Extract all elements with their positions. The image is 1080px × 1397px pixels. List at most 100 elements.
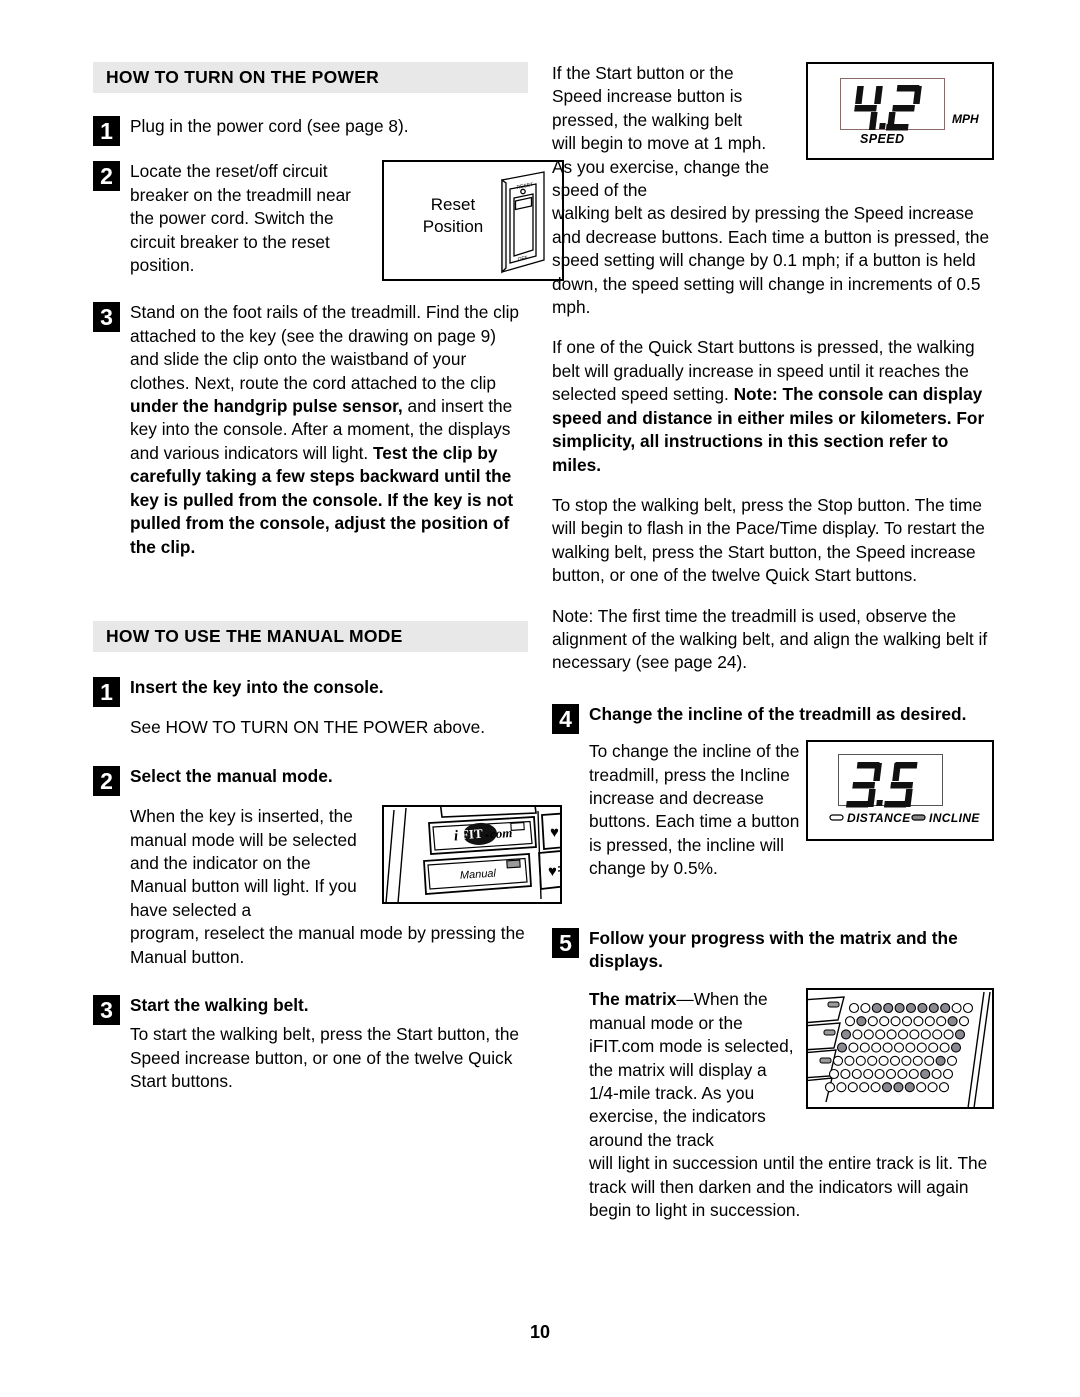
- matrix-dot: [927, 1082, 938, 1093]
- matrix-dot: [859, 1082, 870, 1093]
- matrix-dot: [908, 1069, 919, 1080]
- step-matrix-5-title-text: Follow your progress with the matrix and…: [589, 927, 958, 971]
- matrix-dot: [844, 1056, 855, 1067]
- incline-display-figure: DISTANCE INCLINE: [806, 740, 994, 842]
- svg-text:FIT: FIT: [460, 826, 483, 842]
- matrix-dot: [932, 1029, 943, 1040]
- step-manual-2: 2 Select the manual mode. i FIT com Manu…: [93, 765, 562, 969]
- matrix-dot: [897, 1069, 908, 1080]
- matrix-dot: [890, 1016, 901, 1027]
- matrix-dot: [824, 1082, 836, 1093]
- matrix-dot: [848, 1003, 860, 1014]
- matrix-dot: [871, 1003, 882, 1014]
- matrix-dot: [870, 1082, 881, 1093]
- step-number-badge: 5: [552, 927, 579, 958]
- circuit-breaker-figure: Reset Position RESET OFF: [382, 160, 564, 282]
- right-para-1-cont: walking belt as desired by pressing the …: [552, 203, 990, 318]
- matrix-dot: [836, 1042, 848, 1054]
- matrix-dot: [828, 1069, 840, 1080]
- matrix-dot: [905, 1003, 917, 1014]
- matrix-dot: [840, 1069, 851, 1080]
- matrix-display-figure: [806, 988, 994, 1110]
- step-matrix-5-body-dash: —: [676, 989, 694, 1010]
- matrix-dot: [938, 1082, 950, 1093]
- step-power-1-text: Plug in the power cord (see page 8).: [130, 116, 409, 136]
- step-manual-1-title: Insert the key into the console.: [130, 676, 528, 699]
- step-manual-1: 1 Insert the key into the console. See H…: [93, 676, 528, 740]
- step-manual-1-body: See HOW TO TURN ON THE POWER above.: [130, 717, 485, 738]
- matrix-dot: [885, 1069, 897, 1080]
- step-number-badge: 1: [93, 676, 120, 707]
- matrix-dot: [847, 1082, 858, 1093]
- matrix-dot: [840, 1029, 852, 1040]
- console-manual-label: Manual: [460, 868, 497, 882]
- matrix-dot: [931, 1069, 942, 1080]
- step-manual-3-body: To start the walking belt, press the Sta…: [130, 1024, 520, 1092]
- step-incline-4-body: To change the incline of the treadmill, …: [589, 741, 800, 879]
- matrix-dot: [940, 1003, 951, 1014]
- matrix-dot: [855, 1056, 866, 1067]
- step-matrix-5-body-narrow-text: When the manual mode or the iFIT.com mod…: [589, 989, 794, 1150]
- step-number-badge: 2: [93, 161, 120, 192]
- step-power-3-text: Stand on the foot rails of the treadmill…: [130, 301, 528, 558]
- matrix-dot: [848, 1042, 859, 1054]
- matrix-dot: [883, 1003, 894, 1014]
- step-manual-2-body-narrow: When the key is inserted, the manual mod…: [130, 806, 357, 920]
- step-power-2-text: Locate the reset/off circuit breaker on …: [130, 161, 351, 276]
- matrix-dot: [852, 1029, 863, 1040]
- matrix-dot: [871, 1042, 882, 1054]
- matrix-dot: [924, 1056, 935, 1067]
- step-number-badge: 3: [93, 994, 120, 1025]
- matrix-dot: [916, 1082, 927, 1093]
- matrix-dot: [913, 1016, 924, 1027]
- step-power-1: 1 Plug in the power cord (see page 8).: [93, 115, 528, 146]
- right-para-3: To stop the walking belt, press the Stop…: [552, 494, 985, 586]
- section-heading-manual-mode: HOW TO USE THE MANUAL MODE: [93, 620, 528, 652]
- left-column: HOW TO TURN ON THE POWER 1 Plug in the p…: [93, 62, 564, 1111]
- right-para-2: If one of the Quick Start buttons is pre…: [552, 336, 992, 476]
- matrix-dot: [912, 1056, 923, 1067]
- matrix-dot-grid: [824, 1003, 974, 1093]
- incline-distance-label: DISTANCE: [847, 811, 911, 826]
- step-incline-4-title: Change the incline of the treadmill as d…: [589, 703, 992, 726]
- step-matrix-5: 5 Follow your progress with the matrix a…: [552, 927, 994, 1223]
- matrix-dot: [909, 1029, 920, 1040]
- matrix-dot: [879, 1016, 890, 1027]
- matrix-dot: [867, 1056, 878, 1067]
- matrix-dot: [844, 1016, 856, 1027]
- right-column: MPH SPEED If the Start button or the Spe…: [552, 62, 994, 1239]
- matrix-dot: [942, 1069, 954, 1080]
- step-power-3-bold-1: under the handgrip pulse sensor,: [130, 396, 403, 417]
- matrix-dot: [928, 1042, 939, 1054]
- incline-incline-label: INCLINE: [929, 811, 980, 826]
- step-matrix-5-body-bold: The matrix: [589, 989, 677, 1010]
- matrix-dot: [947, 1016, 958, 1027]
- page-number: 10: [529, 1322, 551, 1342]
- matrix-dot: [924, 1016, 935, 1027]
- matrix-dot: [875, 1029, 886, 1040]
- matrix-dot: [901, 1016, 913, 1027]
- matrix-dot: [939, 1042, 950, 1054]
- matrix-dot: [936, 1016, 947, 1027]
- step-manual-2-body-full: program, reselect the manual mode by pre…: [130, 923, 525, 967]
- matrix-dot: [886, 1029, 897, 1040]
- matrix-dot: [920, 1069, 931, 1080]
- matrix-dot: [916, 1042, 927, 1054]
- matrix-dot: [897, 1029, 909, 1040]
- right-para-1: If the Start button or the Speed increas…: [552, 63, 770, 201]
- step-power-3: 3 Stand on the foot rails of the treadmi…: [93, 301, 528, 558]
- speed-unit-label: MPH: [952, 112, 979, 126]
- matrix-dot: [856, 1016, 867, 1027]
- matrix-dot: [920, 1029, 931, 1040]
- matrix-dot: [874, 1069, 885, 1080]
- matrix-dot: [878, 1056, 889, 1067]
- speed-display-label: SPEED: [860, 132, 905, 146]
- manual-page: HOW TO TURN ON THE POWER 1 Plug in the p…: [0, 0, 1080, 1397]
- matrix-dot: [859, 1042, 870, 1054]
- step-matrix-5-title: Follow your progress with the matrix and…: [589, 927, 992, 974]
- matrix-dot: [893, 1082, 904, 1093]
- matrix-dot: [851, 1069, 862, 1080]
- matrix-dot: [893, 1042, 905, 1054]
- matrix-dot: [904, 1082, 915, 1093]
- step-matrix-5-body-full: will light in succession until the entir…: [589, 1153, 988, 1221]
